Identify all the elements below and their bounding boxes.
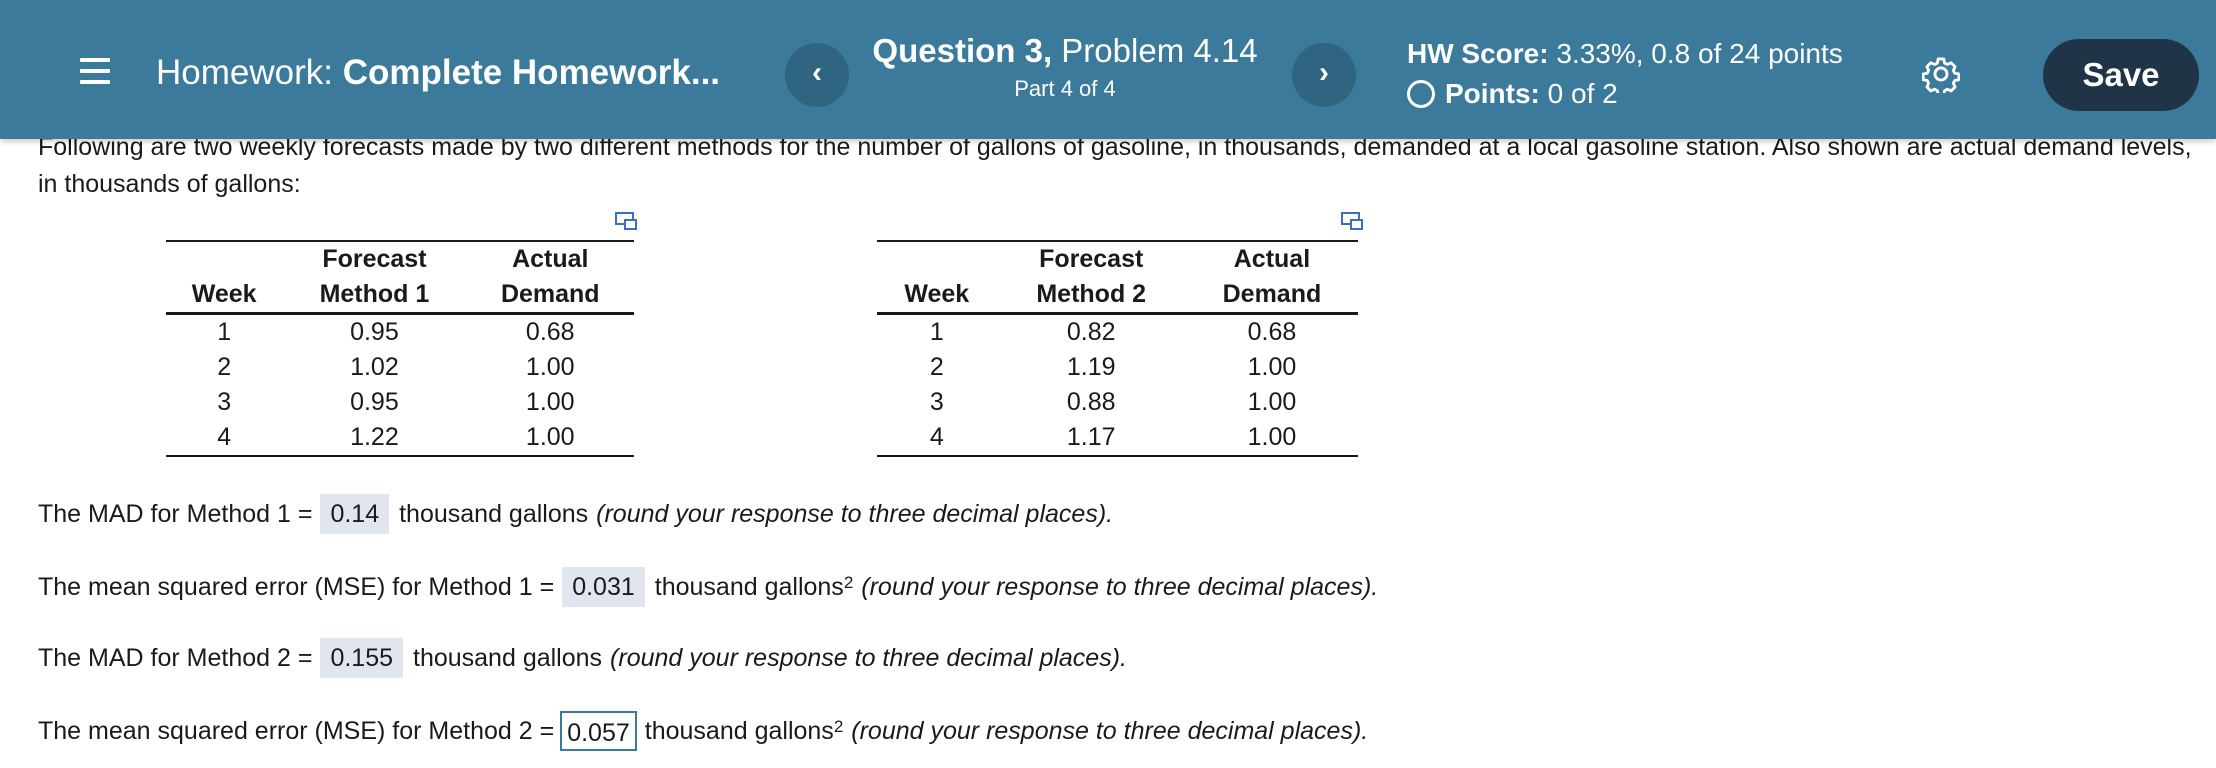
table-cell: 1.00 (1185, 420, 1358, 457)
points-value: 0 of 2 (1547, 78, 1618, 109)
expand-table-icon[interactable] (1341, 212, 1363, 230)
table-cell: 1.00 (466, 420, 634, 457)
table-row: 1 0.95 0.68 (166, 314, 634, 351)
table-row: 3 0.88 1.00 (877, 385, 1358, 420)
rounding-note: (round your response to three decimal pl… (861, 572, 1379, 601)
question-prompt: The mean squared error (MSE) for Method … (38, 716, 555, 745)
table-cell: 1.00 (1247, 388, 1297, 416)
previous-question-button[interactable]: ‹ (785, 43, 849, 107)
save-button[interactable]: Save (2043, 39, 2199, 111)
table-cell: 4 (877, 420, 997, 457)
table-header-cell: Method 2 (996, 277, 1186, 315)
table-cell: 0.95 (350, 388, 399, 416)
table-cell: 2 (929, 353, 944, 381)
unit-label: thousand gallons (413, 643, 603, 672)
hw-score-label: HW Score: (1407, 38, 1549, 69)
table-cell: 1.00 (525, 388, 575, 416)
unit-label: thousand gallons (399, 499, 589, 528)
expand-table-icon[interactable] (615, 212, 637, 230)
table-cell: 1.00 (1247, 353, 1297, 381)
table-cell: 0.95 (350, 318, 399, 346)
table-cell: 1.19 (1066, 353, 1116, 381)
points-label: Points: (1445, 78, 1540, 109)
hw-score-value: 3.33%, 0.8 of 24 points (1556, 38, 1843, 69)
table-header-cell (166, 240, 283, 277)
mad-method-1-answer[interactable]: 0.14 (320, 494, 390, 534)
table-header-cell (877, 240, 997, 277)
question-prompt: The MAD for Method 2 = (38, 643, 313, 672)
next-question-button[interactable]: › (1292, 43, 1356, 107)
table-row: 4 1.17 1.00 (877, 420, 1358, 457)
table-header-cell: Demand (1185, 277, 1358, 315)
table-cell: 1 (217, 318, 232, 346)
table-header-cell: Week (166, 277, 283, 315)
rounding-note: (round your response to three decimal pl… (596, 499, 1114, 528)
table-header-cell: Actual (1185, 240, 1358, 277)
question-prompt: The MAD for Method 1 = (38, 499, 313, 528)
homework-title-prefix: Homework: (156, 53, 333, 92)
top-bar: Homework: Complete Homework... ‹ Questio… (0, 0, 2216, 139)
table-header-cell: Method 1 (282, 277, 467, 315)
table-row: 2 1.19 1.00 (877, 350, 1358, 385)
table-cell: 3 (217, 388, 232, 416)
rounding-note: (round your response to three decimal pl… (851, 716, 1369, 745)
score-info: HW Score: 3.33%, 0.8 of 24 points Points… (1407, 34, 1843, 114)
forecast-table-method-2: Forecast Actual Week Method 2 Demand 1 0… (877, 240, 1358, 457)
mse-method-2-input[interactable]: 0.057 (560, 711, 637, 751)
part-indicator: Part 4 of 4 (1014, 76, 1116, 101)
question-prompt: The mean squared error (MSE) for Method … (38, 572, 555, 601)
table-cell: 1.00 (525, 353, 575, 381)
table-row: 2 1.02 1.00 (166, 350, 634, 385)
unit-label: thousand gallons (654, 572, 844, 601)
mse-method-1-question: The mean squared error (MSE) for Method … (38, 567, 1378, 607)
table-cell: 1.17 (996, 420, 1186, 457)
table-cell: 3 (929, 388, 944, 416)
table-header-cell: Actual (466, 240, 634, 277)
table-header-cell: Week (877, 277, 997, 315)
homework-title: Homework: Complete Homework... (156, 53, 720, 93)
table-cell: 4 (166, 420, 283, 457)
table-header-cell: Demand (466, 277, 634, 315)
table-cell: 1.22 (282, 420, 467, 457)
unit-exponent: 2 (833, 717, 844, 736)
table-header-cell: Forecast (996, 240, 1186, 277)
problem-number: Problem 4.14 (1061, 32, 1258, 69)
table-cell: 0.82 (1066, 318, 1116, 346)
mad-method-1-question: The MAD for Method 1 = 0.14 thousand gal… (38, 494, 1113, 534)
forecast-table-method-1: Forecast Actual Week Method 1 Demand 1 0… (166, 240, 634, 457)
points-status-icon (1407, 80, 1435, 108)
menu-icon[interactable] (80, 56, 112, 86)
table-cell: 1.02 (350, 353, 399, 381)
mad-method-2-answer[interactable]: 0.155 (320, 638, 403, 678)
table-row: 3 0.95 1.00 (166, 385, 634, 420)
mse-method-2-question: The mean squared error (MSE) for Method … (38, 711, 1368, 751)
gear-icon[interactable] (1922, 55, 1960, 93)
unit-exponent: 2 (843, 573, 854, 592)
mad-method-2-question: The MAD for Method 2 = 0.155 thousand ga… (38, 638, 1127, 678)
mse-method-1-answer[interactable]: 0.031 (562, 567, 645, 607)
table-cell: 0.88 (1066, 388, 1116, 416)
table-header-cell: Forecast (282, 240, 467, 277)
table-row: 4 1.22 1.00 (166, 420, 634, 457)
question-info: Question 3, Problem 4.14 Part 4 of 4 (855, 30, 1275, 104)
table-cell: 0.68 (1247, 318, 1297, 346)
homework-title-name[interactable]: Complete Homework... (343, 53, 720, 92)
problem-statement: Following are two weekly forecasts made … (38, 133, 2192, 198)
rounding-note: (round your response to three decimal pl… (610, 643, 1127, 672)
table-cell: 0.68 (525, 318, 575, 346)
question-number: Question 3, (872, 32, 1053, 69)
unit-label: thousand gallons (644, 716, 834, 745)
table-cell: 2 (217, 353, 232, 381)
table-row: 1 0.82 0.68 (877, 314, 1358, 351)
table-cell: 1 (929, 318, 944, 346)
